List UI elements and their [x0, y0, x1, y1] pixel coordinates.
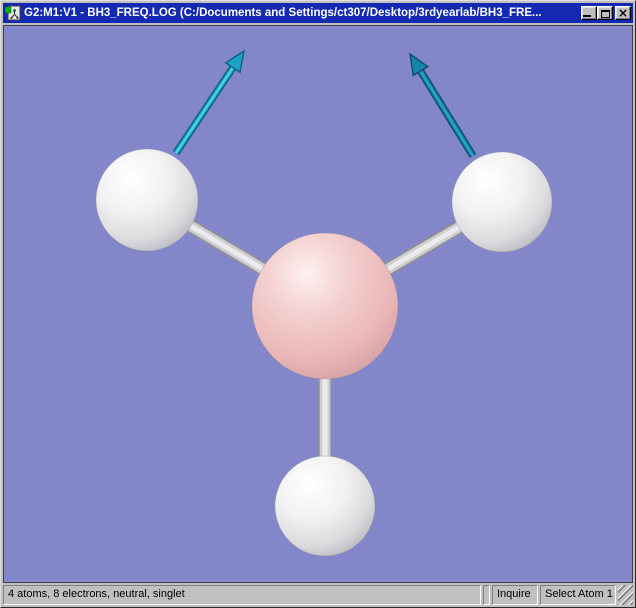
- vector-shaft: [175, 65, 235, 154]
- window-title: G2:M1:V1 - BH3_FREQ.LOG (C:/Documents an…: [24, 7, 542, 19]
- status-spacer: [483, 585, 490, 605]
- atom-B[interactable]: [251, 232, 399, 380]
- window: G2:M1:V1 - BH3_FREQ.LOG (C:/Documents an…: [0, 0, 636, 608]
- status-bar: 4 atoms, 8 electrons, neutral, singlet I…: [3, 585, 633, 605]
- status-mode: Inquire: [492, 585, 538, 605]
- displacement-vector: [409, 52, 477, 158]
- maximize-button[interactable]: [597, 6, 613, 20]
- status-molecule-info: 4 atoms, 8 electrons, neutral, singlet: [3, 585, 481, 605]
- atom-H[interactable]: [451, 151, 553, 253]
- vector-shaft: [418, 68, 474, 157]
- vectors-layer: [172, 49, 477, 158]
- atom-H[interactable]: [95, 148, 199, 252]
- atom-H[interactable]: [274, 455, 376, 557]
- molecule-canvas[interactable]: [4, 26, 632, 582]
- minimize-button[interactable]: [581, 6, 597, 20]
- molecule-viewport[interactable]: [3, 25, 633, 583]
- minimize-icon: [583, 15, 591, 17]
- close-button[interactable]: ×: [615, 6, 631, 20]
- displacement-vector: [172, 49, 245, 156]
- resize-grip[interactable]: [618, 585, 633, 605]
- window-controls: ×: [581, 6, 631, 20]
- maximize-icon: [600, 10, 610, 18]
- app-icon[interactable]: [5, 5, 21, 21]
- close-icon: ×: [617, 6, 629, 20]
- status-selection: Select Atom 1: [540, 585, 616, 605]
- title-bar: G2:M1:V1 - BH3_FREQ.LOG (C:/Documents an…: [3, 3, 633, 23]
- atoms-layer: [95, 148, 553, 557]
